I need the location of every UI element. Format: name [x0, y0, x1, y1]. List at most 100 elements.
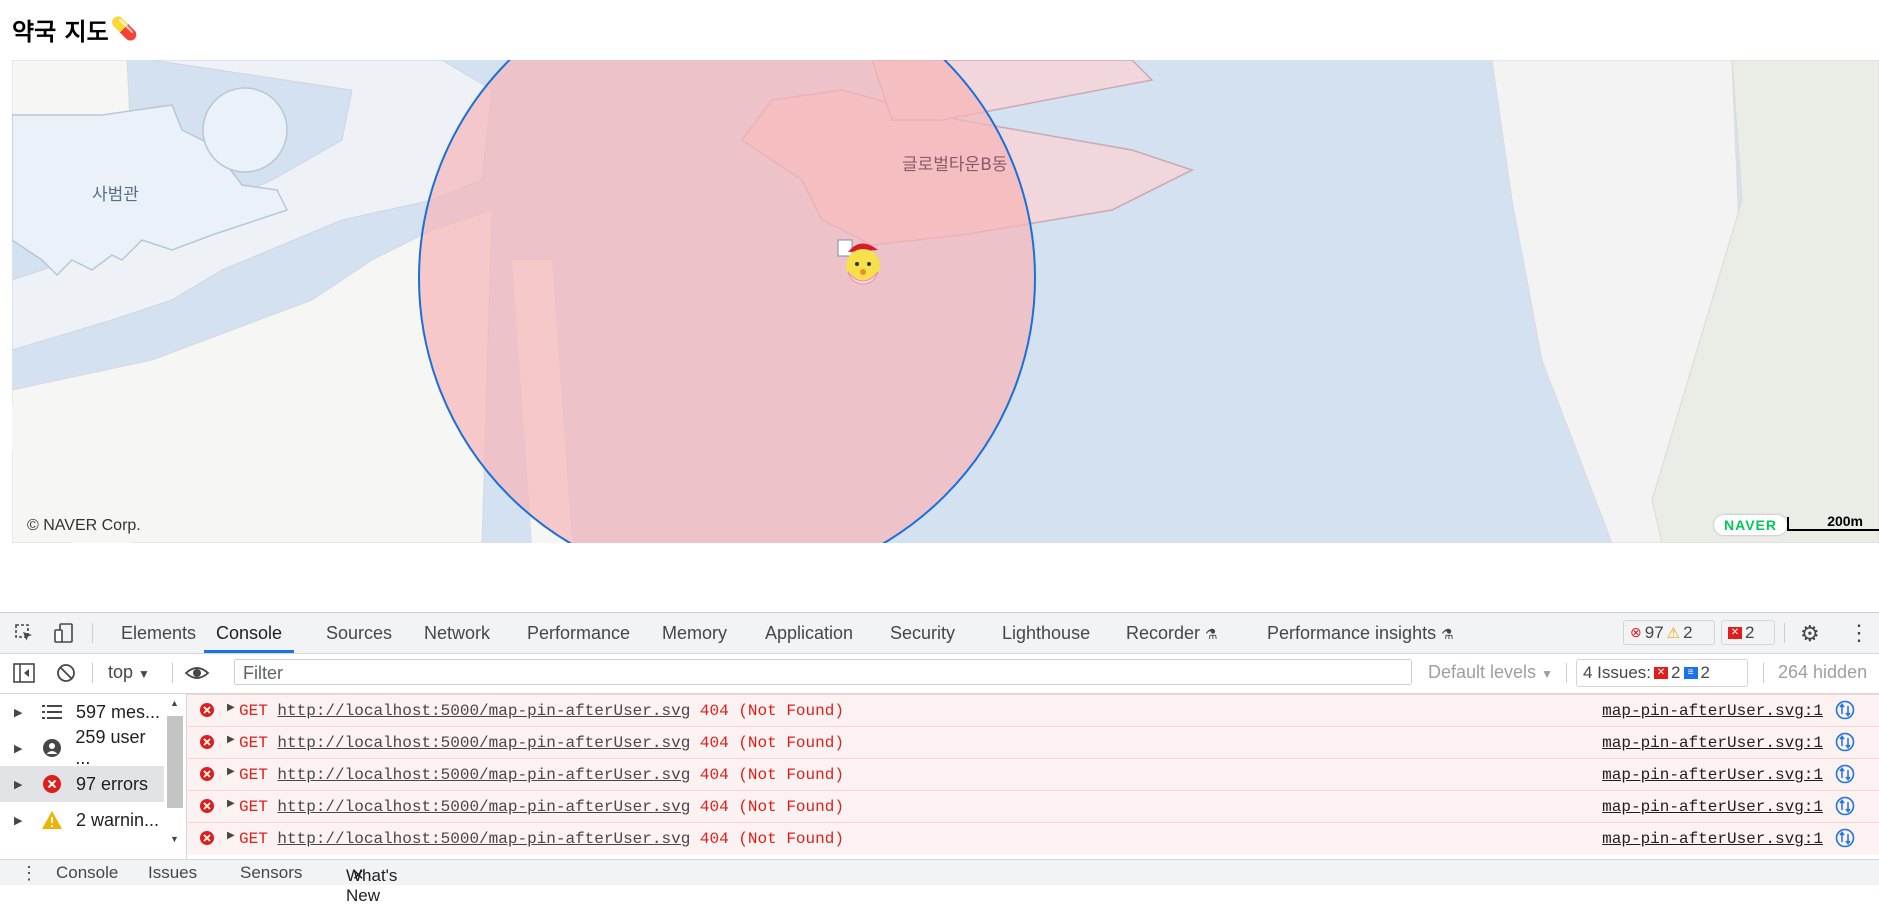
console-message-text: GET http://localhost:5000/map-pin-afterU…	[239, 830, 844, 848]
console-message-text: GET http://localhost:5000/map-pin-afterU…	[239, 766, 844, 784]
source-link[interactable]: map-pin-afterUser.svg:1	[1602, 734, 1823, 752]
scroll-up-icon: ▲	[170, 698, 179, 708]
tab-application[interactable]: Application	[765, 613, 853, 653]
toolbar-divider	[172, 663, 173, 683]
tab-recorder[interactable]: Recorder ⚗	[1126, 613, 1218, 653]
request-url-link[interactable]: http://localhost:5000/map-pin-afterUser.…	[277, 798, 690, 816]
scroll-down-icon: ▼	[170, 834, 179, 844]
map-copyright: © NAVER Corp.	[27, 517, 141, 534]
tab-memory[interactable]: Memory	[662, 613, 727, 653]
issues-button[interactable]: 4 Issues: ✕ 2 ≡ 2	[1576, 659, 1748, 687]
naver-logo[interactable]: NAVER	[1714, 515, 1787, 535]
toolbar-divider	[1566, 663, 1567, 683]
request-method: GET	[239, 798, 268, 816]
drawer-menu-icon[interactable]: ⋮	[20, 863, 38, 884]
tab-lighthouse[interactable]: Lighthouse	[1002, 613, 1090, 653]
issue-count: 2	[1745, 622, 1755, 642]
request-method: GET	[239, 702, 268, 720]
network-request-icon[interactable]	[1835, 828, 1855, 853]
console-message-text: GET http://localhost:5000/map-pin-afterU…	[239, 798, 844, 816]
clear-console-icon[interactable]	[56, 663, 76, 688]
map-canvas	[12, 60, 1879, 543]
console-message-row[interactable]: ▶ GET http://localhost:5000/map-pin-afte…	[187, 726, 1879, 759]
issues-counter[interactable]: ✕ 2	[1721, 620, 1775, 645]
more-options-icon[interactable]: ⋮	[1848, 620, 1870, 646]
tab-performance-insights[interactable]: Performance insights ⚗	[1267, 613, 1454, 653]
user-location-marker[interactable]	[836, 236, 886, 292]
user-icon	[40, 736, 64, 760]
live-expression-eye-icon[interactable]	[184, 663, 210, 688]
request-url-link[interactable]: http://localhost:5000/map-pin-afterUser.…	[277, 830, 690, 848]
sidebar-toggle-icon[interactable]	[13, 663, 35, 688]
issue-error-icon: ✕	[1728, 626, 1742, 639]
close-icon[interactable]: ✕	[352, 866, 365, 884]
request-url-link[interactable]: http://localhost:5000/map-pin-afterUser.…	[277, 766, 690, 784]
sidebar-item-label: 259 user ...	[75, 727, 146, 768]
expand-arrow-icon[interactable]: ▶	[227, 798, 235, 810]
toolbar-divider	[92, 663, 93, 683]
log-levels-dropdown[interactable]: Default levels ▼	[1428, 662, 1553, 683]
network-request-icon[interactable]	[1835, 732, 1855, 757]
tab-performance[interactable]: Performance	[527, 613, 630, 653]
tab-security[interactable]: Security	[890, 613, 955, 653]
request-url-link[interactable]: http://localhost:5000/map-pin-afterUser.…	[277, 702, 690, 720]
sidebar-scrollbar[interactable]: ▲ ▼	[165, 694, 185, 859]
tab-console[interactable]: Console	[204, 613, 295, 653]
console-sidebar: ▶ 597 mes... ▶ 259 user ... ▶ 97 errors …	[0, 694, 187, 859]
issue-info-count: 2	[1700, 663, 1710, 682]
drawer-tab-sensors[interactable]: Sensors	[240, 863, 302, 883]
tab-sources[interactable]: Sources	[326, 613, 392, 653]
expand-arrow-icon[interactable]: ▶	[227, 702, 235, 714]
tab-elements[interactable]: Elements	[121, 613, 196, 653]
request-method: GET	[239, 734, 268, 752]
source-link[interactable]: map-pin-afterUser.svg:1	[1602, 798, 1823, 816]
hidden-count: 264 hidden	[1778, 662, 1868, 682]
console-message-text: GET http://localhost:5000/map-pin-afterU…	[239, 702, 844, 720]
source-link[interactable]: map-pin-afterUser.svg:1	[1602, 830, 1823, 848]
error-icon	[199, 830, 215, 851]
network-request-icon[interactable]	[1835, 700, 1855, 725]
expand-arrow-icon[interactable]: ▶	[227, 734, 235, 746]
building-label-globaltown-b: 글로벌타운B동	[902, 155, 1008, 175]
console-message-row[interactable]: ▶ GET http://localhost:5000/map-pin-afte…	[187, 694, 1879, 727]
sidebar-item-warnings[interactable]: ▶ 2 warnin...	[0, 802, 164, 838]
scroll-thumb[interactable]	[167, 716, 183, 808]
inspect-element-icon[interactable]	[14, 623, 34, 648]
sidebar-item-messages[interactable]: ▶ 597 mes...	[0, 694, 164, 730]
tab-performance-insights-label: Performance insights	[1267, 623, 1437, 643]
drawer-tab-issues[interactable]: Issues	[148, 863, 197, 883]
tab-network[interactable]: Network	[424, 613, 490, 653]
expand-arrow-icon: ▶	[14, 778, 23, 791]
console-message-row[interactable]: ▶ GET http://localhost:5000/map-pin-afte…	[187, 822, 1879, 855]
console-message-row[interactable]: ▶ GET http://localhost:5000/map-pin-afte…	[187, 758, 1879, 791]
issue-info-icon: ≡	[1683, 667, 1698, 679]
sidebar-item-errors[interactable]: ▶ 97 errors	[0, 766, 164, 802]
request-method: GET	[239, 830, 268, 848]
expand-arrow-icon[interactable]: ▶	[227, 830, 235, 842]
request-url-link[interactable]: http://localhost:5000/map-pin-afterUser.…	[277, 734, 690, 752]
console-message-row[interactable]: ▶ GET http://localhost:5000/map-pin-afte…	[187, 790, 1879, 823]
device-toolbar-icon[interactable]	[54, 623, 74, 648]
error-warning-counter[interactable]: ⊗ 97 ⚠ 2	[1623, 620, 1715, 645]
source-link[interactable]: map-pin-afterUser.svg:1	[1602, 702, 1823, 720]
source-link[interactable]: map-pin-afterUser.svg:1	[1602, 766, 1823, 784]
expand-arrow-icon: ▶	[14, 742, 23, 755]
experiment-flask-icon: ⚗	[1441, 626, 1454, 642]
expand-arrow-icon[interactable]: ▶	[227, 766, 235, 778]
error-icon	[199, 734, 215, 755]
network-request-icon[interactable]	[1835, 796, 1855, 821]
map-view[interactable]: 사범관 글로벌타운B동 © NAVER Corp. NAVER 200m	[12, 60, 1879, 543]
console-message-text: GET http://localhost:5000/map-pin-afterU…	[239, 734, 844, 752]
log-levels-label: Default levels	[1428, 662, 1537, 682]
building-label-sabeomgwan: 사범관	[92, 185, 139, 205]
response-status: 404 (Not Found)	[699, 798, 844, 816]
error-icon	[199, 766, 215, 787]
context-selector[interactable]: top ▼	[108, 662, 150, 683]
settings-gear-icon[interactable]: ⚙	[1800, 621, 1820, 647]
sidebar-item-user-messages[interactable]: ▶ 259 user ...	[0, 727, 164, 768]
drawer-tab-console[interactable]: Console	[56, 863, 118, 883]
response-status: 404 (Not Found)	[699, 766, 844, 784]
list-icon	[40, 700, 64, 724]
console-filter-input[interactable]: Filter	[234, 659, 1412, 685]
network-request-icon[interactable]	[1835, 764, 1855, 789]
